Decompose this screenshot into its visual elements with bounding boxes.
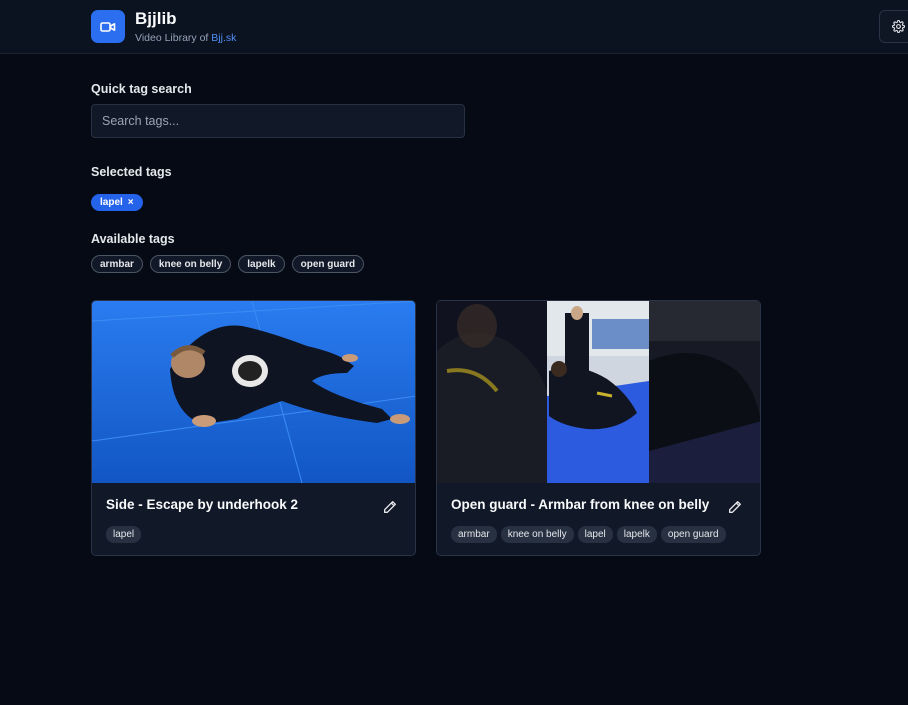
tag-search-input[interactable] [91,104,465,138]
pencil-icon[interactable] [382,499,398,515]
quick-tag-search-label: Quick tag search [91,82,192,96]
video-tag[interactable]: knee on belly [500,526,574,543]
app-subtitle: Video Library of Bjj.sk [135,32,236,44]
app-title: Bjjlib [135,9,177,28]
video-card[interactable]: Open guard - Armbar from knee on belly a… [436,300,761,556]
video-thumbnail[interactable] [92,301,415,483]
video-camera-icon [91,10,125,43]
available-tag-chip[interactable]: open guard [291,255,365,273]
video-tag[interactable]: lapelk [616,526,657,543]
video-tags: armbar knee on belly lapel lapelk open g… [451,526,726,543]
top-bar: Bjjlib Video Library of Bjj.sk [0,0,908,54]
available-tag-chip[interactable]: knee on belly [149,255,232,273]
available-tag-chip[interactable]: lapelk [238,255,285,273]
bjj-sk-link[interactable]: Bjj.sk [211,32,236,44]
subtitle-text: Video Library of [135,32,212,44]
video-thumbnail[interactable] [437,301,760,483]
remove-tag-icon[interactable]: × [128,197,134,208]
video-tag[interactable]: open guard [660,526,726,543]
selected-tags-label: Selected tags [91,165,172,179]
video-card[interactable]: Side - Escape by underhook 2 lapel [91,300,416,556]
video-title[interactable]: Open guard - Armbar from knee on belly [451,497,709,512]
available-tag-chip[interactable]: armbar [91,255,143,273]
settings-button[interactable] [879,10,908,43]
video-tag[interactable]: lapel [577,526,613,543]
video-tag[interactable]: armbar [451,526,497,543]
gear-icon [892,20,905,33]
available-tags-list: armbar knee on belly lapelk open guard [91,255,365,273]
available-tags-label: Available tags [91,232,175,246]
video-title[interactable]: Side - Escape by underhook 2 [106,497,298,512]
selected-tag-label: lapel [100,197,123,208]
video-tags: lapel [106,526,142,543]
video-tag[interactable]: lapel [106,526,142,543]
selected-tag-chip[interactable]: lapel × [91,194,143,211]
pencil-icon[interactable] [727,499,743,515]
